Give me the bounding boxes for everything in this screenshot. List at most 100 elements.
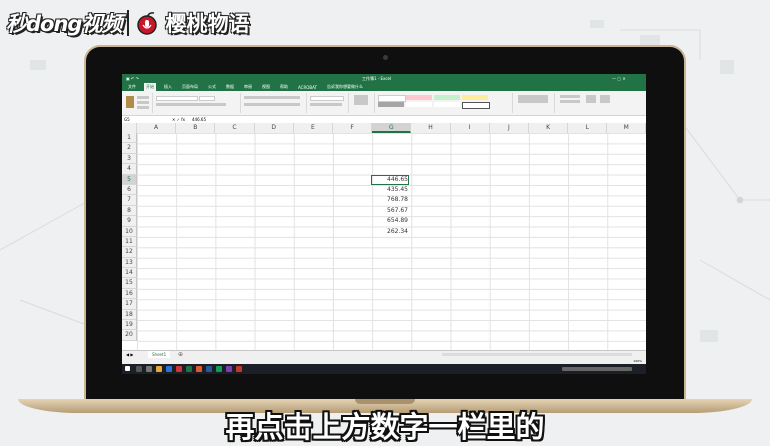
column-header[interactable]: M [607,123,646,133]
logo-divider [127,10,130,36]
row-header[interactable]: 15 [122,278,137,289]
browser-icon[interactable] [166,366,172,372]
cell-g7[interactable]: 768.78 [371,195,408,205]
column-header[interactable]: I [451,123,490,133]
column-header[interactable]: L [568,123,608,133]
tab-view[interactable]: 视图 [260,84,272,90]
word-icon[interactable] [206,366,212,372]
tab-page-layout[interactable]: 页面布局 [180,84,200,90]
task-view-icon[interactable] [146,366,152,372]
windows-start-icon[interactable] [125,366,130,371]
row-header[interactable]: 11 [122,236,137,248]
row-header[interactable]: 10 [122,226,137,237]
select-all-corner[interactable] [122,123,137,133]
zoom-level[interactable]: 100% [633,359,642,363]
row-header[interactable]: 4 [122,164,137,175]
tab-help[interactable]: 帮助 [278,84,290,90]
laptop-screen: ▣ ↶ ↷ 工作簿1 - Excel — ▢ ✕ 文件 开始 插入 页面布局 公… [122,74,646,374]
cell-g8[interactable]: 567.67 [371,206,408,216]
column-header[interactable]: A [137,123,177,133]
alignment-group[interactable] [242,93,307,113]
cell-g10[interactable]: 262.34 [371,227,408,237]
excel-title-bar: ▣ ↶ ↷ 工作簿1 - Excel — ▢ ✕ [122,74,646,83]
row-header[interactable]: 1 [122,133,137,144]
font-size-select[interactable] [199,96,215,101]
tab-acrobat[interactable]: ACROBAT [296,85,319,90]
webcam [383,55,388,60]
column-header[interactable]: E [294,123,333,133]
video-subtitle: 再点击上方数字一栏里的 [225,410,545,444]
row-header[interactable]: 17 [122,299,137,310]
editing-group[interactable] [556,93,616,113]
column-header[interactable]: F [333,123,373,133]
column-header[interactable]: K [529,123,569,133]
tell-me-search[interactable]: 告诉我你想要做什么 [325,84,365,90]
cell-gridlines[interactable] [137,133,646,350]
find-select-icon[interactable] [600,95,610,103]
app-icon[interactable] [236,366,242,372]
row-header[interactable]: 13 [122,257,137,269]
tab-formulas[interactable]: 公式 [206,84,218,90]
cherry-logo-text: 樱桃物语 [165,12,250,36]
column-header[interactable]: H [411,123,451,133]
cell-g6[interactable]: 435.45 [371,185,408,195]
row-header[interactable]: 20 [122,330,137,341]
windows-taskbar [122,364,646,374]
tab-data[interactable]: 数据 [224,84,236,90]
row-header[interactable]: 6 [122,184,137,196]
row-header[interactable]: 12 [122,247,137,258]
sheet-nav-arrows[interactable]: ◀ ▶ [126,352,133,357]
horizontal-scrollbar[interactable] [442,353,632,356]
app-icon[interactable] [216,366,222,372]
excel-taskbar-icon[interactable] [186,366,192,372]
add-sheet-button[interactable]: ⊕ [178,351,183,358]
quick-access-icons[interactable]: ▣ ↶ ↷ [126,76,139,81]
sort-filter-icon[interactable] [586,95,596,103]
active-cell-border [371,174,409,185]
system-tray[interactable] [562,367,632,371]
app-icon[interactable] [176,366,182,372]
font-name-select[interactable] [156,96,198,101]
formula-input[interactable]: 446.65 [192,117,206,122]
row-header[interactable]: 2 [122,143,137,154]
column-header[interactable]: J [490,123,529,133]
search-icon[interactable] [136,366,142,372]
cell-g9[interactable]: 654.89 [371,216,408,226]
paste-icon[interactable] [126,96,134,108]
row-header[interactable]: 16 [122,288,137,300]
row-header-selected[interactable]: 5 [122,174,137,185]
row-header[interactable]: 3 [122,153,137,165]
worksheet-grid[interactable]: A B C D E F G H I J K L M 1 2 3 4 5 6 7 … [122,123,646,350]
row-header[interactable]: 9 [122,216,137,227]
row-headers: 1 2 3 4 5 6 7 8 9 10 11 12 13 14 15 16 1… [122,133,137,341]
name-box[interactable]: G5 [124,117,130,122]
tab-file[interactable]: 文件 [126,84,138,90]
clipboard-group[interactable] [124,93,153,113]
miaodong-logo: 秒dong视频 [6,12,122,36]
app-icon[interactable] [226,366,232,372]
cell-styles-group[interactable] [376,93,513,113]
column-header[interactable]: D [255,123,294,133]
number-group[interactable] [308,93,349,113]
window-title: 工作簿1 - Excel [362,76,392,81]
row-header[interactable]: 19 [122,320,137,331]
file-explorer-icon[interactable] [156,366,162,372]
watermark-logos: 秒dong视频 樱桃物语 [6,6,249,40]
tab-insert[interactable]: 插入 [162,84,174,90]
window-controls[interactable]: — ▢ ✕ [612,76,626,81]
row-header[interactable]: 14 [122,268,137,279]
column-header[interactable]: B [176,123,216,133]
column-header[interactable]: C [215,123,255,133]
cherry-icon [137,12,158,35]
row-header[interactable]: 7 [122,195,137,206]
row-header[interactable]: 18 [122,309,137,321]
column-header-selected[interactable]: G [372,123,412,133]
app-icon[interactable] [196,366,202,372]
conditional-format-button[interactable] [350,93,375,113]
font-group[interactable] [154,93,241,113]
tab-home[interactable]: 开始 [144,83,156,91]
row-header[interactable]: 8 [122,205,137,217]
tab-review[interactable]: 审阅 [242,84,254,90]
cells-group[interactable] [514,93,555,113]
ribbon-home [122,91,646,116]
